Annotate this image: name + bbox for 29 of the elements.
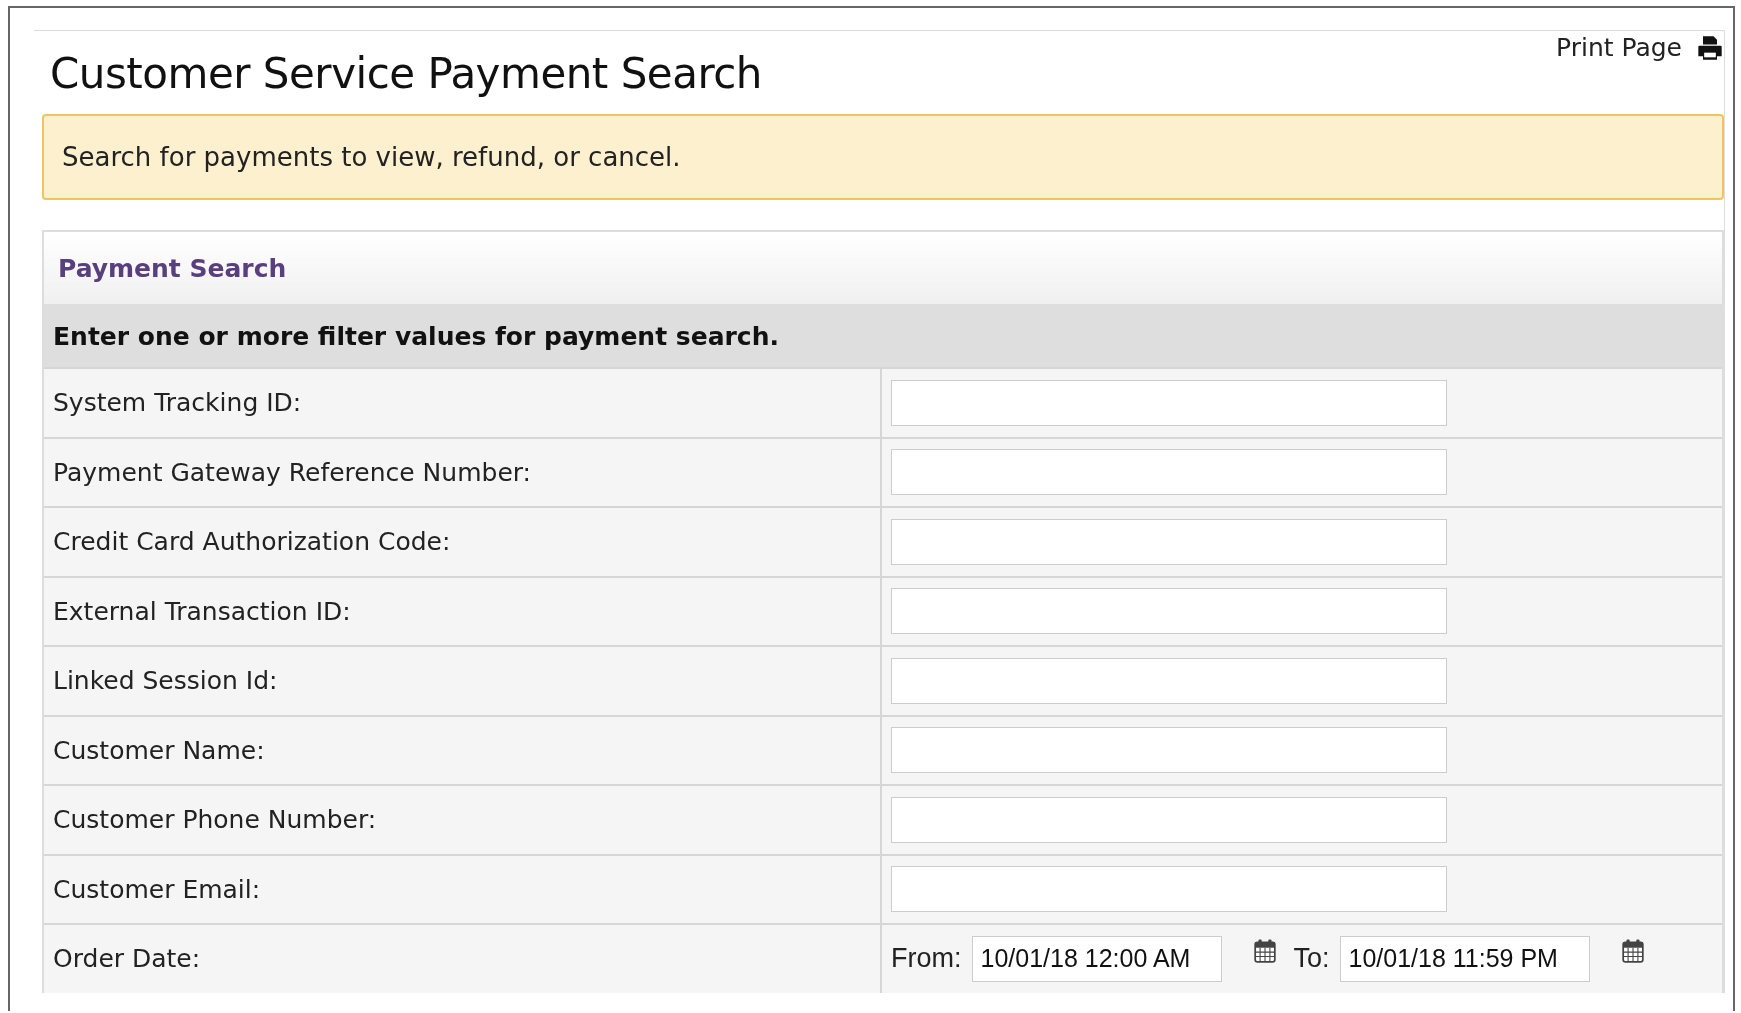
calendar-icon[interactable]	[1621, 939, 1644, 963]
printer-icon	[1696, 33, 1724, 62]
field-label: Customer Name:	[53, 735, 265, 765]
input-field[interactable]	[891, 727, 1447, 774]
input-field[interactable]	[891, 657, 1447, 704]
field-label: Customer Email:	[53, 874, 261, 904]
input-field[interactable]	[891, 796, 1447, 843]
field-label: Order Date:	[53, 944, 201, 974]
field-label: Credit Card Authorization Code:	[53, 527, 451, 557]
input-field[interactable]	[891, 449, 1447, 496]
from-label: From:	[891, 943, 962, 975]
input-field[interactable]	[891, 379, 1447, 426]
field-label: External Transaction ID:	[53, 596, 351, 626]
input-field[interactable]	[891, 518, 1447, 565]
page-title: Customer Service Payment Search	[50, 49, 762, 98]
to-label: To:	[1293, 943, 1330, 975]
alert-message: Search for payments to view, refund, or cancel.	[62, 142, 681, 172]
instructions: Enter one or more filter values for payment search.	[53, 321, 779, 351]
field-label: System Tracking ID:	[53, 388, 302, 418]
to-date-field[interactable]: 10/01/18 11:59 PM	[1339, 935, 1590, 982]
field-label: Customer Phone Number:	[53, 805, 377, 835]
field-label: Payment Gateway Reference Number:	[53, 457, 532, 487]
input-field[interactable]	[891, 588, 1447, 635]
print-page-link[interactable]: Print Page	[1556, 33, 1724, 62]
input-field[interactable]	[891, 866, 1447, 913]
field-label: Linked Session Id:	[53, 666, 278, 696]
panel-title: Payment Search	[58, 253, 287, 283]
from-date-field[interactable]: 10/01/18 12:00 AM	[971, 935, 1222, 982]
calendar-icon[interactable]	[1253, 939, 1276, 963]
